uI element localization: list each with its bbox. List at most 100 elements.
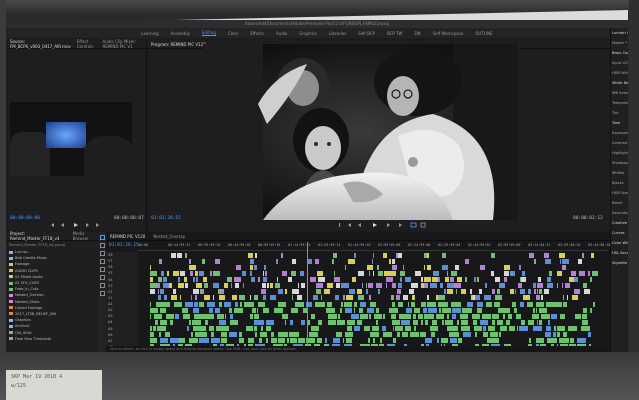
audio-clip[interactable] bbox=[188, 338, 198, 344]
audio-clip[interactable] bbox=[521, 319, 525, 325]
audio-clip[interactable] bbox=[164, 332, 171, 338]
audio-clip[interactable] bbox=[379, 338, 382, 344]
audio-clip[interactable] bbox=[341, 301, 344, 307]
audio-clip[interactable] bbox=[196, 326, 206, 332]
video-clip[interactable] bbox=[562, 258, 570, 264]
audio-clip[interactable] bbox=[229, 332, 237, 338]
video-clip[interactable] bbox=[469, 289, 472, 295]
video-clip[interactable] bbox=[590, 252, 595, 258]
audio-clip[interactable] bbox=[210, 332, 214, 338]
video-clip[interactable] bbox=[404, 277, 411, 283]
video-clip[interactable] bbox=[263, 277, 267, 283]
audio-clip[interactable] bbox=[448, 332, 459, 338]
audio-clip[interactable] bbox=[436, 313, 445, 319]
video-clip[interactable] bbox=[234, 277, 241, 283]
video-clip[interactable] bbox=[566, 295, 569, 301]
audio-clip[interactable] bbox=[412, 313, 416, 319]
audio-clip[interactable] bbox=[581, 313, 587, 319]
tab-project[interactable]: Project: Remind_Master_FF18_v4 bbox=[10, 231, 67, 241]
video-clip[interactable] bbox=[366, 289, 369, 295]
video-clip[interactable] bbox=[212, 283, 219, 289]
audio-clip[interactable] bbox=[430, 332, 435, 338]
ripple-edit-tool-icon[interactable] bbox=[99, 251, 105, 256]
audio-clip[interactable] bbox=[220, 332, 227, 338]
audio-clip[interactable] bbox=[588, 332, 591, 338]
video-clip[interactable] bbox=[442, 252, 446, 258]
audio-clip[interactable] bbox=[568, 326, 577, 332]
video-clip[interactable] bbox=[215, 258, 220, 264]
video-clip[interactable] bbox=[346, 283, 350, 289]
audio-clip[interactable] bbox=[254, 332, 257, 338]
audio-clip[interactable] bbox=[536, 319, 539, 325]
audio-clip[interactable] bbox=[592, 301, 596, 307]
audio-clip[interactable] bbox=[532, 326, 542, 332]
audio-clip[interactable] bbox=[173, 301, 183, 307]
audio-clip[interactable] bbox=[471, 313, 481, 319]
video-clip[interactable] bbox=[258, 277, 260, 283]
video-clip[interactable] bbox=[183, 277, 187, 283]
audio-clip[interactable] bbox=[181, 307, 189, 313]
video-clip[interactable] bbox=[504, 264, 510, 270]
video-clip[interactable] bbox=[499, 283, 506, 289]
video-clip[interactable] bbox=[195, 295, 198, 301]
audio-clip[interactable] bbox=[328, 319, 337, 325]
audio-clip[interactable] bbox=[374, 313, 382, 319]
video-clip[interactable] bbox=[250, 258, 254, 264]
video-clip[interactable] bbox=[346, 295, 353, 301]
video-clip[interactable] bbox=[544, 258, 551, 264]
video-clip[interactable] bbox=[568, 277, 574, 283]
audio-clip[interactable] bbox=[266, 319, 274, 325]
workspace-tab-graphics[interactable]: Graphics bbox=[299, 31, 317, 36]
video-clip[interactable] bbox=[520, 289, 526, 295]
video-clip[interactable] bbox=[241, 270, 246, 276]
video-clip[interactable] bbox=[372, 270, 375, 276]
video-clip[interactable] bbox=[332, 258, 335, 264]
video-clip[interactable] bbox=[255, 252, 257, 258]
video-clip[interactable] bbox=[310, 277, 316, 283]
audio-clip[interactable] bbox=[407, 301, 410, 307]
audio-clip[interactable] bbox=[500, 326, 507, 332]
video-clip[interactable] bbox=[177, 252, 183, 258]
video-clip[interactable] bbox=[353, 252, 357, 258]
video-clip[interactable] bbox=[446, 270, 448, 276]
audio-clip[interactable] bbox=[215, 307, 221, 313]
audio-clip[interactable] bbox=[282, 313, 288, 319]
video-clip[interactable] bbox=[188, 258, 191, 264]
audio-clip[interactable] bbox=[239, 338, 244, 344]
video-clip[interactable] bbox=[333, 252, 337, 258]
video-clip[interactable] bbox=[351, 277, 357, 283]
audio-clip[interactable] bbox=[289, 332, 300, 338]
video-clip[interactable] bbox=[367, 283, 373, 289]
video-clip[interactable] bbox=[496, 289, 501, 295]
program-video-frame[interactable] bbox=[203, 44, 518, 220]
video-clip[interactable] bbox=[300, 270, 305, 276]
audio-clip[interactable] bbox=[405, 307, 413, 313]
audio-clip[interactable] bbox=[452, 313, 456, 319]
video-clip[interactable] bbox=[160, 289, 164, 295]
video-clip[interactable] bbox=[475, 295, 480, 301]
video-clip[interactable] bbox=[446, 283, 454, 289]
audio-clip[interactable] bbox=[230, 319, 239, 325]
workspace-tab-color[interactable]: Color bbox=[228, 31, 238, 36]
lumetri-temperature[interactable]: Temperature bbox=[611, 98, 628, 108]
audio-clip[interactable] bbox=[490, 332, 499, 338]
video-clip[interactable] bbox=[444, 289, 447, 295]
audio-clip[interactable] bbox=[160, 338, 168, 344]
video-clip[interactable] bbox=[276, 277, 278, 283]
video-clip[interactable] bbox=[250, 270, 253, 276]
video-clip[interactable] bbox=[326, 283, 334, 289]
video-clip[interactable] bbox=[465, 277, 467, 283]
video-clip[interactable] bbox=[218, 295, 226, 301]
audio-clip[interactable] bbox=[325, 338, 327, 344]
video-clip[interactable] bbox=[199, 270, 204, 276]
audio-clip[interactable] bbox=[244, 301, 255, 307]
video-clip[interactable] bbox=[398, 252, 402, 258]
audio-clip[interactable] bbox=[369, 313, 371, 319]
video-clip[interactable] bbox=[161, 270, 164, 276]
audio-clip[interactable] bbox=[278, 338, 285, 344]
audio-clip[interactable] bbox=[251, 307, 256, 313]
video-clip[interactable] bbox=[541, 295, 543, 301]
audio-clip[interactable] bbox=[425, 319, 429, 325]
audio-clip[interactable] bbox=[497, 307, 508, 313]
audio-clip[interactable] bbox=[413, 319, 419, 325]
